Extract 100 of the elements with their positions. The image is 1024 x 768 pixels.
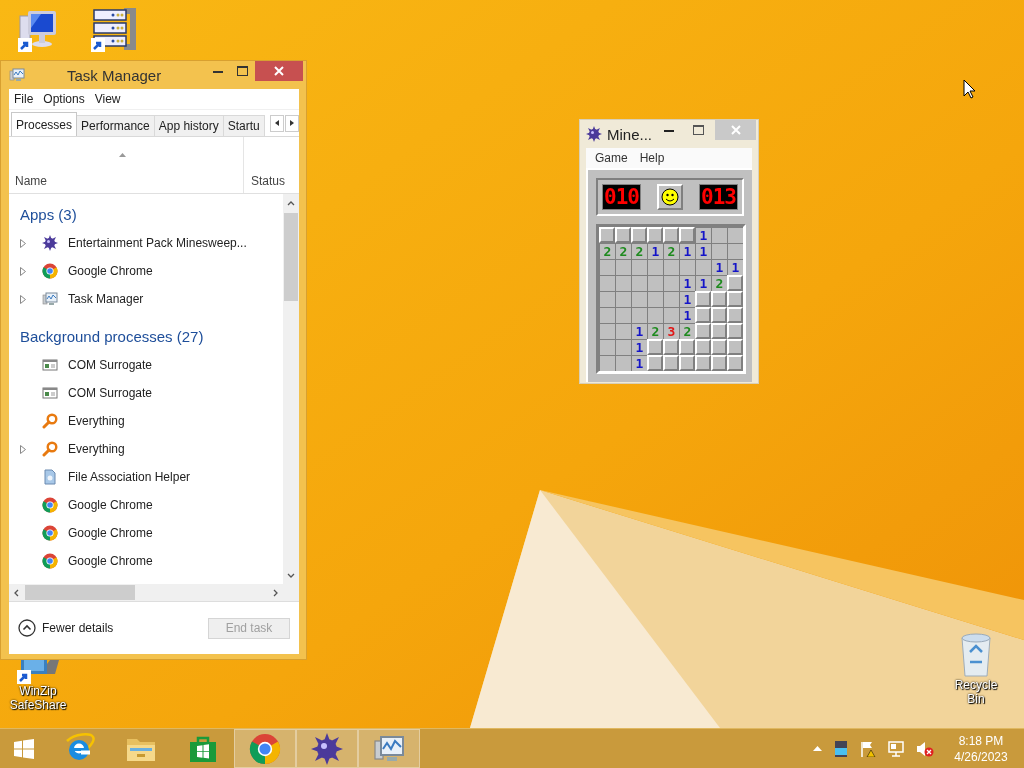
revealed-tile <box>631 307 647 323</box>
covered-tile[interactable] <box>727 291 743 307</box>
magnifier-icon <box>42 441 58 457</box>
covered-tile[interactable] <box>663 339 679 355</box>
covered-tile[interactable] <box>663 227 679 243</box>
revealed-tile <box>711 227 727 243</box>
covered-tile[interactable] <box>727 323 743 339</box>
process-name[interactable]: Google Chrome <box>68 554 153 568</box>
column-header[interactable]: Name <box>15 174 47 188</box>
process-name[interactable]: Task Manager <box>68 292 144 306</box>
tab[interactable]: Processes <box>11 112 78 136</box>
process-name[interactable]: COM Surrogate <box>68 386 153 400</box>
covered-tile[interactable] <box>727 275 743 291</box>
revealed-tile <box>599 291 615 307</box>
tab[interactable]: Startu <box>222 115 265 136</box>
revealed-tile <box>599 323 615 339</box>
revealed-tile <box>663 259 679 275</box>
process-name[interactable]: Entertainment Pack Minesweep... <box>68 236 247 250</box>
covered-tile[interactable] <box>711 323 727 339</box>
covered-tile[interactable] <box>695 307 711 323</box>
timer: 013 <box>699 184 738 210</box>
revealed-tile <box>615 339 631 355</box>
covered-tile[interactable] <box>727 307 743 323</box>
expand-arrow-icon[interactable] <box>20 266 26 276</box>
covered-tile[interactable] <box>679 227 695 243</box>
covered-tile[interactable] <box>599 227 615 243</box>
tab-scroll-left-button[interactable] <box>270 114 284 132</box>
covered-tile[interactable] <box>679 339 695 355</box>
covered-tile[interactable] <box>695 323 711 339</box>
revealed-tile <box>663 307 679 323</box>
close-button[interactable] <box>255 61 303 81</box>
process-name[interactable]: File Association Helper <box>68 470 191 484</box>
sort-caret-icon <box>119 153 126 157</box>
expand-arrow-icon[interactable] <box>20 238 26 248</box>
revealed-tile <box>631 259 647 275</box>
mine-count: 1 <box>647 243 663 259</box>
covered-tile[interactable] <box>695 291 711 307</box>
column-header[interactable]: Status <box>251 174 286 188</box>
monitor-chart-icon <box>42 291 58 307</box>
right-triangle-icon <box>290 120 294 126</box>
process-name[interactable]: Google Chrome <box>68 498 153 512</box>
smiley-button[interactable] <box>657 184 683 210</box>
tab[interactable]: App history <box>153 115 224 136</box>
covered-tile[interactable] <box>631 227 647 243</box>
covered-tile[interactable] <box>711 339 727 355</box>
covered-tile[interactable] <box>727 339 743 355</box>
window-title: Task Manager <box>67 66 163 84</box>
covered-tile[interactable] <box>679 355 695 371</box>
process-name[interactable]: Google Chrome <box>68 264 153 278</box>
menu-item[interactable]: Help <box>633 151 671 165</box>
close-icon <box>730 125 741 135</box>
covered-tile[interactable] <box>695 355 711 371</box>
covered-tile[interactable] <box>711 355 727 371</box>
chrome-icon <box>249 732 281 765</box>
taskbar-button[interactable] <box>358 729 420 768</box>
chrome-icon <box>42 263 58 279</box>
covered-tile[interactable] <box>647 227 663 243</box>
taskbar-button[interactable] <box>296 729 358 768</box>
monitor-chart-icon <box>9 67 25 83</box>
speaker-muted-icon[interactable] <box>916 740 934 757</box>
fewer-details-button[interactable]: Fewer details <box>18 619 114 637</box>
process-name[interactable]: Everything <box>68 414 125 428</box>
revealed-tile <box>615 275 631 291</box>
covered-tile[interactable] <box>711 291 727 307</box>
process-name[interactable]: COM Surrogate <box>68 358 153 372</box>
revealed-tile <box>727 227 743 243</box>
horizontal-scrollbar[interactable] <box>9 584 299 602</box>
tray-app-icon[interactable] <box>834 740 848 757</box>
tab[interactable]: Performance <box>76 115 155 136</box>
covered-tile[interactable] <box>647 355 663 371</box>
covered-tile[interactable] <box>663 355 679 371</box>
menu-item[interactable]: Options <box>38 92 90 106</box>
scrollbar-thumb[interactable] <box>25 585 135 600</box>
scrollbar-thumb[interactable] <box>284 213 298 301</box>
process-name[interactable]: Google Chrome <box>68 526 153 540</box>
show-hidden-icons-icon[interactable] <box>813 746 822 751</box>
tab-scroll-right-button[interactable] <box>285 114 299 132</box>
expand-arrow-icon[interactable] <box>20 444 26 454</box>
mouse-pointer-icon <box>963 79 976 99</box>
revealed-tile <box>695 259 711 275</box>
revealed-tile <box>679 259 695 275</box>
vertical-scrollbar[interactable] <box>283 194 299 584</box>
process-name[interactable]: Everything <box>68 442 125 456</box>
mine-count: 1 <box>679 243 695 259</box>
taskbar-button[interactable] <box>234 729 296 768</box>
network-icon[interactable] <box>888 740 904 757</box>
expand-arrow-icon[interactable] <box>20 294 26 304</box>
menu-item[interactable]: Game <box>589 151 634 165</box>
spiked-ball-icon <box>42 235 58 251</box>
covered-tile[interactable] <box>695 339 711 355</box>
flag-warning-icon[interactable] <box>860 740 876 757</box>
covered-tile[interactable] <box>711 307 727 323</box>
covered-tile[interactable] <box>615 227 631 243</box>
menu-item[interactable]: View <box>89 92 126 106</box>
group-heading: Background processes (27) <box>19 327 205 347</box>
covered-tile[interactable] <box>727 355 743 371</box>
revealed-tile <box>599 307 615 323</box>
covered-tile[interactable] <box>647 339 663 355</box>
menu-item[interactable]: File <box>9 92 39 106</box>
window-title: Mine... <box>607 125 652 143</box>
